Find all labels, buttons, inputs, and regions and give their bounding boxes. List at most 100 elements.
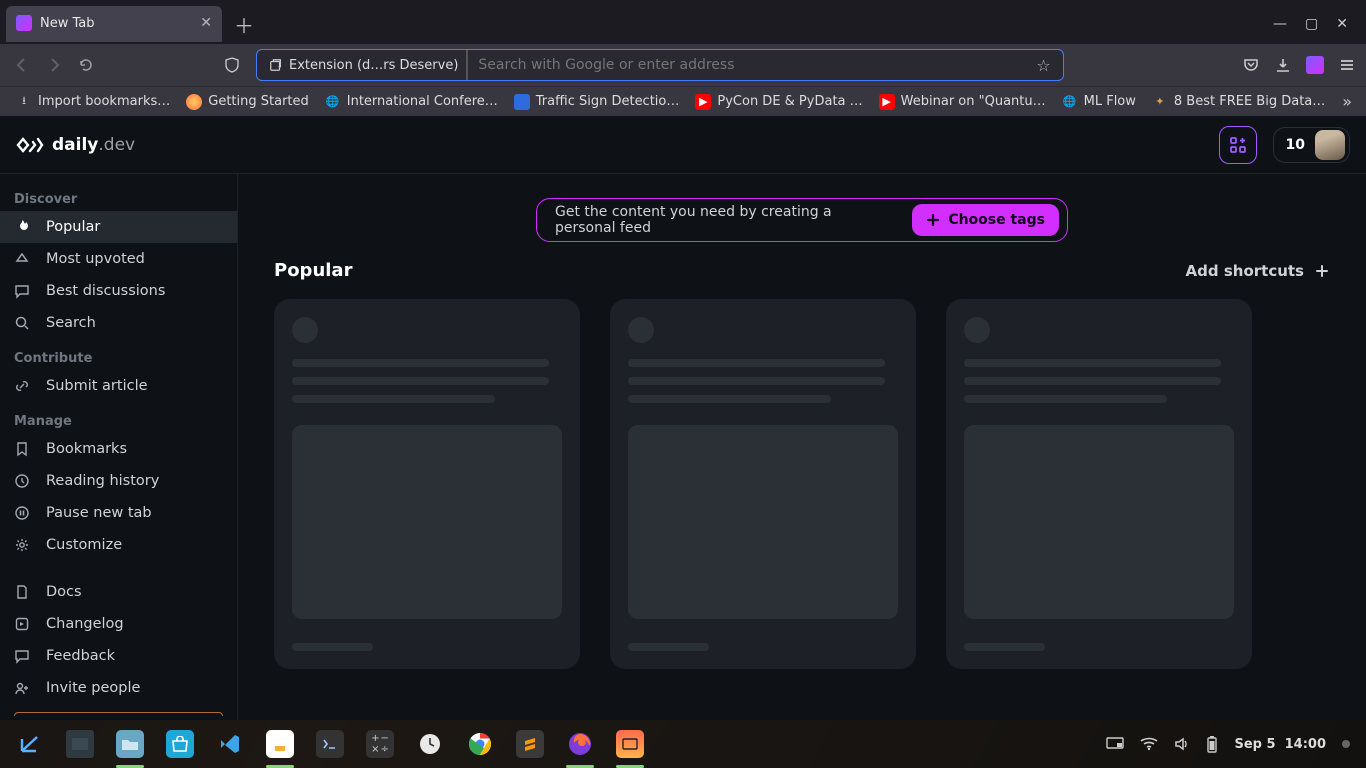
chrome-icon[interactable] [466,730,494,758]
globe-icon: 🌐 [325,94,341,110]
tab-active[interactable]: New Tab ✕ [6,6,222,42]
window-controls: — ▢ ✕ [1273,16,1360,32]
sublime-icon[interactable] [516,730,544,758]
avatar[interactable] [1315,130,1345,160]
bookmark-mlflow[interactable]: 🌐 ML Flow [1056,92,1142,112]
sidebar-item-label: Changelog [46,614,124,634]
sidebar-item-search[interactable]: Search [0,307,237,339]
firefox-icon[interactable] [566,730,594,758]
user-level-pill[interactable]: 10 [1273,127,1350,163]
cast-icon[interactable] [1106,737,1124,751]
extension-chip[interactable]: Extension (d…rs Deserve) [261,50,468,80]
skeleton-line [292,377,549,385]
notification-dot-icon[interactable] [1342,740,1350,748]
main-header-row: Popular Add shortcuts [274,260,1330,281]
feed-card-skeleton [610,299,916,669]
bookmark-import[interactable]: ⭳ Import bookmarks… [10,92,176,112]
sidebar-item-label: Bookmarks [46,439,127,459]
url-bar[interactable]: Extension (d…rs Deserve) ☆ [256,49,1064,81]
skeleton-image [292,425,562,619]
personal-feed-banner: Get the content you need by creating a p… [536,198,1068,242]
skeleton-avatar [292,317,318,343]
calculator-icon[interactable]: +−×÷ [366,730,394,758]
skeleton-line [292,643,373,651]
new-tab-button[interactable]: ＋ [230,10,258,39]
sidebar-item-customize[interactable]: Customize [0,529,237,561]
choose-tags-button[interactable]: Choose tags [912,204,1059,236]
store-icon[interactable] [166,730,194,758]
sidebar-item-pause[interactable]: Pause new tab [0,497,237,529]
bookmark-label: 8 Best FREE Big Data… [1174,94,1325,109]
feed-grid [274,299,1330,669]
bookmark-label: Getting Started [208,94,309,109]
battery-icon[interactable] [1206,735,1218,753]
sidebar-item-label: Most upvoted [46,249,145,269]
bookmark-pycon[interactable]: ▶ PyCon DE & PyData … [689,92,868,112]
close-tab-icon[interactable]: ✕ [200,15,212,31]
sidebar-item-discussions[interactable]: Best discussions [0,275,237,307]
sidebar-item-changelog[interactable]: Changelog [0,608,237,640]
pause-icon [14,505,32,521]
add-shortcuts-button[interactable]: Add shortcuts [1186,262,1330,280]
terminal-icon[interactable] [316,730,344,758]
page-title: Popular [274,260,352,281]
logo[interactable]: daily.dev [16,135,135,155]
sidebar-item-docs[interactable]: Docs [0,576,237,608]
sidebar-item-label: Search [46,313,96,333]
logo-text: daily.dev [52,135,135,155]
shield-icon[interactable] [224,57,248,73]
bookmark-quantum[interactable]: ▶ Webinar on "Quantu… [873,92,1052,112]
taskbar-tray: Sep 5 14:00 [1106,735,1350,753]
menu-icon[interactable] [1338,56,1356,74]
volume-icon[interactable] [1174,736,1190,752]
sidebar-item-submit[interactable]: Submit article [0,370,237,402]
sidebar-item-upvoted[interactable]: Most upvoted [0,243,237,275]
sidebar-item-popular[interactable]: Popular [0,211,237,243]
bookmark-label: Webinar on "Quantu… [901,94,1046,109]
sidebar-item-label: Invite people [46,678,140,698]
files-icon[interactable] [116,730,144,758]
bookmark-intl-conf[interactable]: 🌐 International Confere… [319,92,504,112]
skeleton-line [628,643,709,651]
choose-tags-label: Choose tags [948,212,1045,228]
minimize-icon[interactable]: — [1273,16,1287,32]
downloads-icon[interactable] [1274,56,1292,74]
sidebar-item-label: Reading history [46,471,159,491]
clock-icon[interactable] [416,730,444,758]
chat-icon [14,283,32,299]
address-input[interactable] [468,57,1028,73]
sidebar-item-feedback[interactable]: Feedback [0,640,237,672]
bookmark-bigdata[interactable]: ✦ 8 Best FREE Big Data… [1146,92,1331,112]
link-icon [14,378,32,394]
reload-button[interactable] [74,53,98,77]
bookmarks-overflow-icon[interactable]: » [1338,92,1356,111]
sidebar-item-label: Pause new tab [46,503,152,523]
taskbar-clock[interactable]: Sep 5 14:00 [1234,737,1326,752]
bookmark-traffic-sign[interactable]: Traffic Sign Detectio… [508,92,686,112]
screenshot-icon[interactable] [616,730,644,758]
wifi-icon[interactable] [1140,737,1158,751]
vscode-icon[interactable] [216,730,244,758]
dailydev-body: Discover Popular Most upvoted [0,174,1366,720]
skeleton-avatar [964,317,990,343]
pocket-icon[interactable] [1242,56,1260,74]
dailydev-ext-icon[interactable] [1306,56,1324,74]
start-icon[interactable] [16,730,44,758]
tab-title: New Tab [40,16,192,31]
site-icon [514,94,530,110]
layout-toggle-button[interactable] [1219,126,1257,164]
clock-time: 14:00 [1285,737,1326,752]
maximize-icon[interactable]: ▢ [1305,16,1318,32]
text-editor-icon[interactable] [266,730,294,758]
close-window-icon[interactable]: ✕ [1336,16,1348,32]
bookmark-getting-started[interactable]: Getting Started [180,92,315,112]
bookmark-label: ML Flow [1084,94,1136,109]
sidebar-item-bookmarks[interactable]: Bookmarks [0,433,237,465]
sidebar-item-history[interactable]: Reading history [0,465,237,497]
sidebar-item-invite[interactable]: Invite people [0,672,237,704]
files-dark-icon[interactable] [66,730,94,758]
skeleton-line [964,643,1045,651]
plus-icon [926,213,940,227]
bookmark-star-icon[interactable]: ☆ [1036,56,1050,75]
os-taskbar: +−×÷ Sep 5 14:00 [0,720,1366,768]
